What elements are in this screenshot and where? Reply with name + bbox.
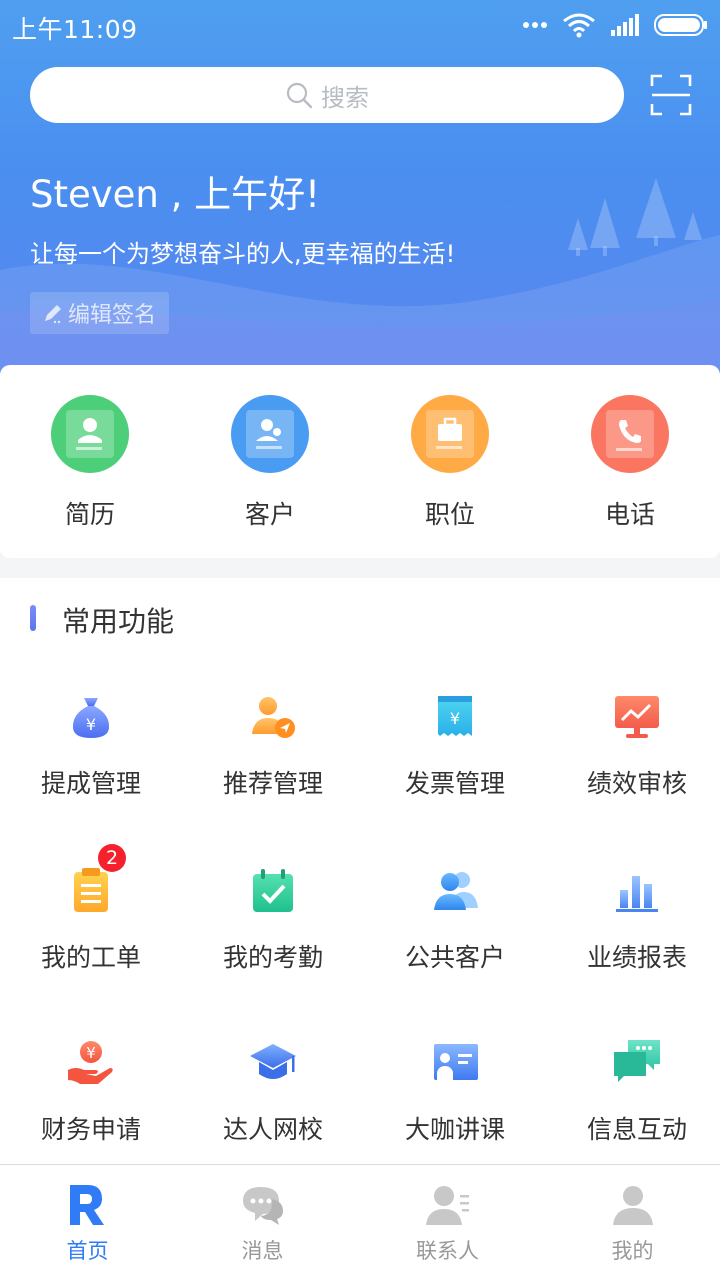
position-icon [411,395,489,473]
lecture-board-icon [430,1038,480,1088]
chat-bubbles-icon [612,1038,662,1088]
func-label: 绩效审核 [586,769,687,798]
user-signature: 让每一个为梦想奋斗的人,更幸福的生活! [30,240,456,268]
performance-chart-icon [612,692,662,742]
func-label: 财务申请 [40,1115,141,1144]
quick-actions-card: 简历 客户 职位 电话 [0,365,720,558]
message-icon [242,1187,283,1225]
section-accent-bar [30,605,36,631]
search-icon [286,82,313,109]
quick-action-label: 简历 [64,500,115,529]
func-public-customers[interactable]: 公共客户 [364,866,546,996]
func-online-school[interactable]: 达人网校 [182,1038,364,1168]
pencil-icon [45,305,61,324]
func-my-tickets[interactable]: 2 我的工单 [0,844,182,996]
bottom-tab-bar: 首页 消息 联系人 我的 [0,1164,720,1280]
func-label: 推荐管理 [222,769,323,798]
status-bar: 上午11:09 [0,0,720,50]
tab-label: 联系人 [416,1239,479,1263]
func-label: 大咖讲课 [404,1115,505,1144]
func-info-interaction[interactable]: 信息互动 [546,1038,720,1168]
section-title: 常用功能 [62,605,175,638]
quick-action-label: 电话 [604,500,655,529]
status-time: 上午11:09 [12,15,138,44]
func-label: 我的考勤 [222,943,323,972]
tab-profile[interactable]: 我的 [545,1183,720,1265]
hand-money-icon: ¥ [66,1038,116,1088]
func-label: 发票管理 [404,769,505,798]
greeting-title: Steven , 上午好! [30,173,320,216]
quick-action-customer[interactable]: 客户 [180,395,360,535]
tab-label: 消息 [241,1239,284,1263]
quick-action-position[interactable]: 职位 [360,395,540,535]
func-label: 公共客户 [404,943,505,972]
func-label: 我的工单 [40,943,141,972]
tab-label: 我的 [611,1239,654,1263]
graduation-cap-icon [248,1038,298,1088]
more-dots-icon [523,22,547,28]
func-my-attendance[interactable]: 我的考勤 [182,866,364,996]
resume-icon [51,395,129,473]
quick-action-phone[interactable]: 电话 [540,395,720,535]
func-label: 达人网校 [222,1115,323,1144]
bar-chart-icon [612,866,662,916]
phone-icon [591,395,669,473]
header-banner: 上午11:09 搜索 Steven , 上午好! 让每一个为梦想奋斗的人,更幸福… [0,0,720,380]
func-performance-report[interactable]: 业绩报表 [546,866,720,996]
common-functions-section: 常用功能 ¥ 提成管理 推荐管理 ¥ 发票管理 绩效审核 2 我的工单 我的考勤… [0,578,720,1164]
clipboard-icon: 2 [66,844,126,916]
func-invoice[interactable]: ¥ 发票管理 [364,692,546,822]
tab-home[interactable]: 首页 [0,1183,175,1265]
public-users-icon [430,866,480,916]
tab-messages[interactable]: 消息 [175,1183,350,1265]
notification-badge: 2 [98,844,126,872]
status-icons [522,12,708,38]
func-performance-review[interactable]: 绩效审核 [546,692,720,822]
customer-icon [231,395,309,473]
calendar-check-icon [248,866,298,916]
func-recommend[interactable]: 推荐管理 [182,692,364,822]
svg-text:¥: ¥ [450,709,460,728]
scan-icon[interactable] [650,74,692,116]
func-label: 信息互动 [586,1115,687,1144]
wifi-icon [563,13,595,38]
battery-icon [654,14,707,36]
func-commission[interactable]: ¥ 提成管理 [0,692,182,822]
signal-icon [611,14,639,36]
quick-action-resume[interactable]: 简历 [0,395,180,535]
func-expert-lecture[interactable]: 大咖讲课 [364,1038,546,1168]
invoice-icon: ¥ [430,692,480,742]
profile-icon [612,1186,653,1225]
edit-signature-label: 编辑签名 [68,303,157,328]
tab-contacts[interactable]: 联系人 [360,1183,535,1265]
svg-text:¥: ¥ [86,1044,96,1062]
quick-action-label: 客户 [244,500,295,529]
func-finance-request[interactable]: ¥ 财务申请 [0,1038,182,1168]
edit-signature-button[interactable]: 编辑签名 [30,292,169,334]
quick-action-label: 职位 [424,500,475,529]
home-logo-icon [69,1185,104,1225]
func-label: 提成管理 [40,769,141,798]
recommend-user-icon [248,692,298,742]
svg-text:¥: ¥ [86,715,96,734]
money-bag-icon: ¥ [66,692,116,742]
func-label: 业绩报表 [586,943,687,972]
contacts-icon [425,1186,469,1225]
search-input[interactable]: 搜索 [30,67,624,123]
tab-label: 首页 [66,1239,109,1263]
search-placeholder: 搜索 [321,83,369,112]
